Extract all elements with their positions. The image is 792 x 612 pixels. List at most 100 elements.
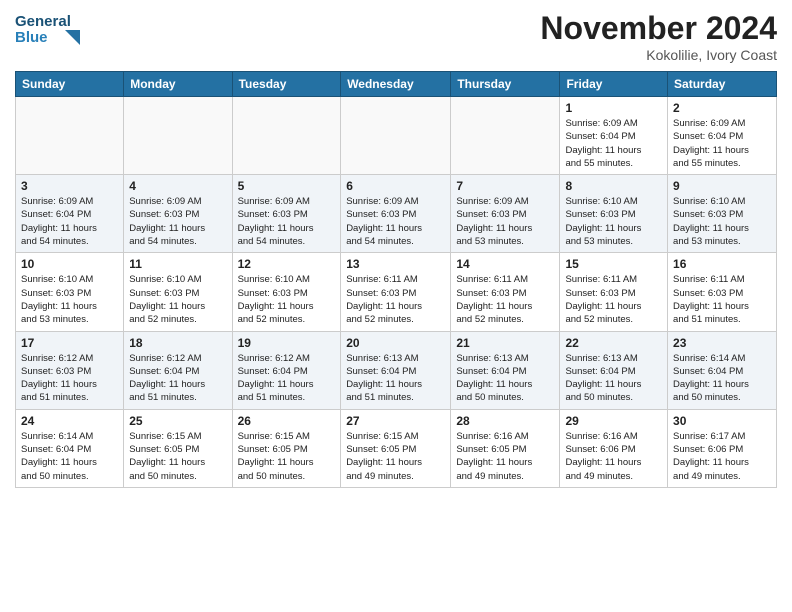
weekday-header-tuesday: Tuesday: [232, 72, 341, 97]
day-info: Sunrise: 6:12 AM Sunset: 6:04 PM Dayligh…: [129, 352, 226, 405]
day-number: 11: [129, 257, 226, 271]
day-number: 10: [21, 257, 118, 271]
calendar-cell: 14 Sunrise: 6:11 AM Sunset: 6:03 PM Dayli…: [451, 253, 560, 331]
day-info: Sunrise: 6:12 AM Sunset: 6:04 PM Dayligh…: [238, 352, 336, 405]
svg-text:General: General: [15, 13, 71, 30]
calendar-cell: 27 Sunrise: 6:15 AM Sunset: 6:05 PM Dayli…: [341, 409, 451, 487]
week-row-4: 17 Sunrise: 6:12 AM Sunset: 6:03 PM Dayli…: [16, 331, 777, 409]
calendar-cell: 30 Sunrise: 6:17 AM Sunset: 6:06 PM Dayli…: [668, 409, 777, 487]
calendar-cell: [341, 97, 451, 175]
header: General Blue November 2024 Kokolilie, Iv…: [15, 10, 777, 63]
day-info: Sunrise: 6:09 AM Sunset: 6:03 PM Dayligh…: [238, 195, 336, 248]
logo: General Blue: [15, 10, 85, 50]
day-info: Sunrise: 6:16 AM Sunset: 6:05 PM Dayligh…: [456, 430, 554, 483]
calendar-cell: 25 Sunrise: 6:15 AM Sunset: 6:05 PM Dayli…: [124, 409, 232, 487]
page: General Blue November 2024 Kokolilie, Iv…: [0, 0, 792, 612]
month-title: November 2024: [540, 10, 777, 47]
day-number: 29: [565, 414, 662, 428]
day-number: 8: [565, 179, 662, 193]
day-info: Sunrise: 6:09 AM Sunset: 6:03 PM Dayligh…: [346, 195, 445, 248]
day-number: 4: [129, 179, 226, 193]
calendar-cell: 17 Sunrise: 6:12 AM Sunset: 6:03 PM Dayli…: [16, 331, 124, 409]
calendar-cell: 22 Sunrise: 6:13 AM Sunset: 6:04 PM Dayli…: [560, 331, 668, 409]
day-number: 30: [673, 414, 771, 428]
calendar-cell: [451, 97, 560, 175]
weekday-header-saturday: Saturday: [668, 72, 777, 97]
weekday-header-row: SundayMondayTuesdayWednesdayThursdayFrid…: [16, 72, 777, 97]
day-number: 14: [456, 257, 554, 271]
calendar-cell: 10 Sunrise: 6:10 AM Sunset: 6:03 PM Dayli…: [16, 253, 124, 331]
calendar-cell: 23 Sunrise: 6:14 AM Sunset: 6:04 PM Dayli…: [668, 331, 777, 409]
day-info: Sunrise: 6:10 AM Sunset: 6:03 PM Dayligh…: [129, 273, 226, 326]
title-block: November 2024 Kokolilie, Ivory Coast: [540, 10, 777, 63]
calendar-cell: 15 Sunrise: 6:11 AM Sunset: 6:03 PM Dayli…: [560, 253, 668, 331]
day-number: 24: [21, 414, 118, 428]
day-info: Sunrise: 6:11 AM Sunset: 6:03 PM Dayligh…: [456, 273, 554, 326]
day-number: 12: [238, 257, 336, 271]
day-info: Sunrise: 6:16 AM Sunset: 6:06 PM Dayligh…: [565, 430, 662, 483]
week-row-2: 3Sunrise: 6:09 AM Sunset: 6:04 PM Daylig…: [16, 175, 777, 253]
day-number: 23: [673, 336, 771, 350]
calendar-cell: 29 Sunrise: 6:16 AM Sunset: 6:06 PM Dayli…: [560, 409, 668, 487]
day-number: 6: [346, 179, 445, 193]
calendar-cell: 24 Sunrise: 6:14 AM Sunset: 6:04 PM Dayli…: [16, 409, 124, 487]
calendar-cell: 26Sunrise: 6:15 AM Sunset: 6:05 PM Dayli…: [232, 409, 341, 487]
calendar-cell: 3Sunrise: 6:09 AM Sunset: 6:04 PM Daylig…: [16, 175, 124, 253]
calendar-cell: 8Sunrise: 6:10 AM Sunset: 6:03 PM Daylig…: [560, 175, 668, 253]
calendar-cell: 13 Sunrise: 6:11 AM Sunset: 6:03 PM Dayli…: [341, 253, 451, 331]
day-number: 17: [21, 336, 118, 350]
calendar-cell: [124, 97, 232, 175]
day-number: 13: [346, 257, 445, 271]
day-number: 25: [129, 414, 226, 428]
calendar-cell: 18 Sunrise: 6:12 AM Sunset: 6:04 PM Dayli…: [124, 331, 232, 409]
day-info: Sunrise: 6:13 AM Sunset: 6:04 PM Dayligh…: [346, 352, 445, 405]
calendar: SundayMondayTuesdayWednesdayThursdayFrid…: [15, 71, 777, 488]
weekday-header-thursday: Thursday: [451, 72, 560, 97]
day-number: 15: [565, 257, 662, 271]
day-info: Sunrise: 6:15 AM Sunset: 6:05 PM Dayligh…: [346, 430, 445, 483]
calendar-cell: 2Sunrise: 6:09 AM Sunset: 6:04 PM Daylig…: [668, 97, 777, 175]
day-number: 27: [346, 414, 445, 428]
day-info: Sunrise: 6:11 AM Sunset: 6:03 PM Dayligh…: [346, 273, 445, 326]
day-number: 3: [21, 179, 118, 193]
weekday-header-friday: Friday: [560, 72, 668, 97]
location: Kokolilie, Ivory Coast: [540, 47, 777, 63]
day-info: Sunrise: 6:14 AM Sunset: 6:04 PM Dayligh…: [673, 352, 771, 405]
weekday-header-wednesday: Wednesday: [341, 72, 451, 97]
day-info: Sunrise: 6:11 AM Sunset: 6:03 PM Dayligh…: [565, 273, 662, 326]
day-number: 18: [129, 336, 226, 350]
day-info: Sunrise: 6:17 AM Sunset: 6:06 PM Dayligh…: [673, 430, 771, 483]
day-info: Sunrise: 6:10 AM Sunset: 6:03 PM Dayligh…: [238, 273, 336, 326]
weekday-header-monday: Monday: [124, 72, 232, 97]
day-info: Sunrise: 6:11 AM Sunset: 6:03 PM Dayligh…: [673, 273, 771, 326]
day-info: Sunrise: 6:09 AM Sunset: 6:03 PM Dayligh…: [129, 195, 226, 248]
day-info: Sunrise: 6:13 AM Sunset: 6:04 PM Dayligh…: [456, 352, 554, 405]
calendar-cell: 19Sunrise: 6:12 AM Sunset: 6:04 PM Dayli…: [232, 331, 341, 409]
day-number: 1: [565, 101, 662, 115]
day-number: 21: [456, 336, 554, 350]
calendar-cell: 9Sunrise: 6:10 AM Sunset: 6:03 PM Daylig…: [668, 175, 777, 253]
calendar-cell: 6 Sunrise: 6:09 AM Sunset: 6:03 PM Daylig…: [341, 175, 451, 253]
day-info: Sunrise: 6:14 AM Sunset: 6:04 PM Dayligh…: [21, 430, 118, 483]
day-info: Sunrise: 6:12 AM Sunset: 6:03 PM Dayligh…: [21, 352, 118, 405]
day-info: Sunrise: 6:13 AM Sunset: 6:04 PM Dayligh…: [565, 352, 662, 405]
week-row-1: 1 Sunrise: 6:09 AM Sunset: 6:04 PM Daylig…: [16, 97, 777, 175]
day-info: Sunrise: 6:10 AM Sunset: 6:03 PM Dayligh…: [21, 273, 118, 326]
calendar-cell: 7Sunrise: 6:09 AM Sunset: 6:03 PM Daylig…: [451, 175, 560, 253]
calendar-cell: 5Sunrise: 6:09 AM Sunset: 6:03 PM Daylig…: [232, 175, 341, 253]
day-info: Sunrise: 6:10 AM Sunset: 6:03 PM Dayligh…: [673, 195, 771, 248]
calendar-cell: 4 Sunrise: 6:09 AM Sunset: 6:03 PM Daylig…: [124, 175, 232, 253]
calendar-cell: 20 Sunrise: 6:13 AM Sunset: 6:04 PM Dayli…: [341, 331, 451, 409]
day-number: 20: [346, 336, 445, 350]
day-info: Sunrise: 6:15 AM Sunset: 6:05 PM Dayligh…: [129, 430, 226, 483]
day-info: Sunrise: 6:09 AM Sunset: 6:03 PM Dayligh…: [456, 195, 554, 248]
logo-svg: General Blue: [15, 10, 85, 50]
weekday-header-sunday: Sunday: [16, 72, 124, 97]
day-info: Sunrise: 6:09 AM Sunset: 6:04 PM Dayligh…: [565, 117, 662, 170]
day-number: 22: [565, 336, 662, 350]
calendar-cell: 16Sunrise: 6:11 AM Sunset: 6:03 PM Dayli…: [668, 253, 777, 331]
week-row-3: 10 Sunrise: 6:10 AM Sunset: 6:03 PM Dayli…: [16, 253, 777, 331]
day-number: 26: [238, 414, 336, 428]
calendar-cell: [232, 97, 341, 175]
day-info: Sunrise: 6:09 AM Sunset: 6:04 PM Dayligh…: [673, 117, 771, 170]
